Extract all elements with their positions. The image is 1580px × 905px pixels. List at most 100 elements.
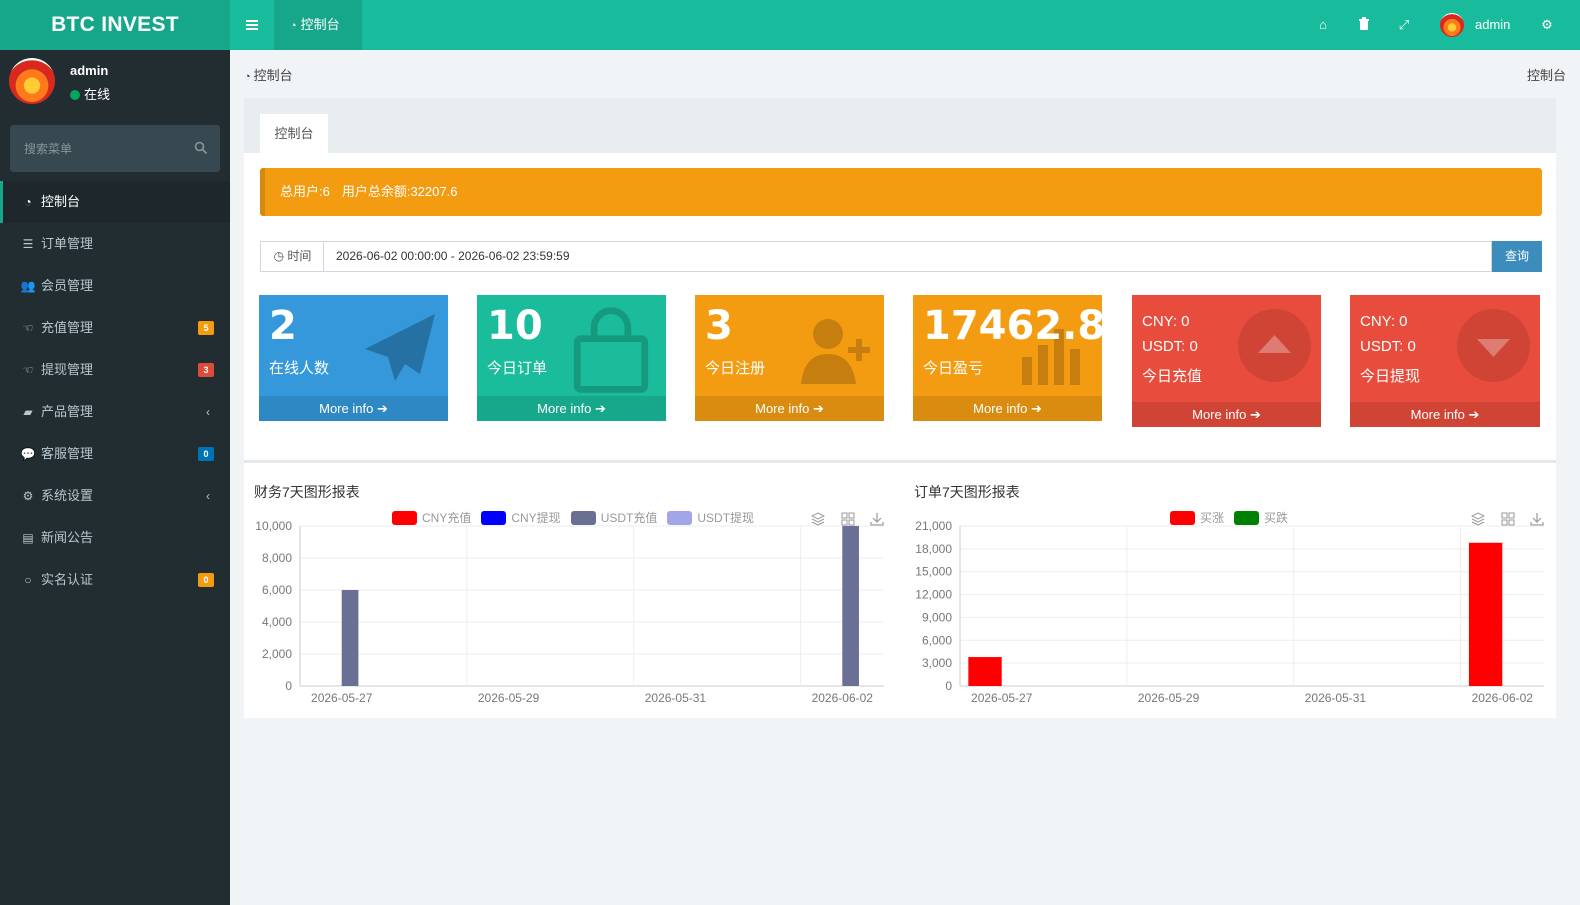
y-tick-label: 3,000 <box>922 656 952 670</box>
tab-dashboard-label: 控制台 <box>300 17 340 32</box>
count-badge: 3 <box>198 363 214 377</box>
arrow-down-circle <box>1457 309 1530 382</box>
panel-tab-dashboard[interactable]: 控制台 <box>260 114 328 153</box>
circle-icon: ○ <box>24 573 32 587</box>
header-avatar <box>1440 13 1464 37</box>
dashboard-icon: ◔ <box>290 20 297 32</box>
date-range-input[interactable]: 2026-06-02 00:00:00 - 2026-06-02 23:59:5… <box>323 241 1492 272</box>
chart-bar <box>968 657 1002 686</box>
stat-online-users: 2 在线人数 More info ➔ <box>259 295 448 421</box>
user-plus-icon <box>801 319 870 384</box>
stat-label: 在线人数 <box>269 360 330 377</box>
sidebar-item[interactable]: 💬 客服管理 0 <box>0 433 230 475</box>
dashboard-icon: ◔ <box>244 71 251 83</box>
breadcrumb-right[interactable]: 控制台 <box>1527 65 1566 84</box>
search-icon[interactable] <box>194 141 208 155</box>
sidebar-item[interactable]: ◔ 控制台 <box>0 181 230 223</box>
comments-icon: 💬 <box>20 447 36 461</box>
y-tick-label: 6,000 <box>262 583 292 597</box>
x-tick-label: 2026-05-31 <box>1305 691 1367 705</box>
fullscreen-icon[interactable]: ⤢ <box>1396 17 1412 33</box>
order-chart: 0 3,000 6,000 9,000 12,000 15,000 18,000 21,000… <box>915 519 1544 705</box>
y-tick-label: 0 <box>285 679 292 693</box>
sidebar-item[interactable]: ▤ 新闻公告 <box>0 517 230 559</box>
y-tick-label: 4,000 <box>262 615 292 629</box>
finance-chart-title: 财务7天图形报表 <box>254 484 360 500</box>
sidebar-item-label: 新闻公告 <box>41 530 94 545</box>
user-status: 在线 <box>70 84 110 103</box>
withdraw-usdt: USDT: 0 <box>1360 338 1416 355</box>
stat-value: 17462.8 <box>923 303 1102 349</box>
home-icon[interactable]: ⌂ <box>1315 17 1331 33</box>
x-tick-label: 2026-05-31 <box>645 691 707 705</box>
arrow-circle-right-icon: ➔ <box>376 401 388 416</box>
sidebar-menu: ◔ 控制台 ☰ 订单管理 👥 会员管理 ☜ 充值管理 5 ☜ 提现管理 3 ▰ 产品管理 ‹ 💬 客服管理 0 ⚙ 系… <box>0 181 230 601</box>
stat-value: 10 <box>487 303 543 349</box>
settings-icon[interactable]: ⚙ <box>1539 17 1555 33</box>
count-badge: 5 <box>198 321 214 335</box>
sidebar-toggle-button[interactable] <box>230 0 274 50</box>
users-icon: 👥 <box>20 279 36 293</box>
sidebar-item[interactable]: ▰ 产品管理 ‹ <box>0 391 230 433</box>
sidebar-item-label: 控制台 <box>41 194 81 209</box>
cogs-icon: ⚙ <box>22 489 34 503</box>
count-badge: 0 <box>198 447 214 461</box>
avatar <box>9 58 55 104</box>
date-label: ◷ 时间 <box>260 241 324 272</box>
divider <box>244 460 1556 463</box>
chart-bar <box>842 526 859 686</box>
more-info-link[interactable]: More info ➔ <box>913 396 1102 421</box>
y-tick-label: 0 <box>945 679 952 693</box>
main-content: ◔ 控制台 控制台 控制台 总用户:6 用户总余额:32207.6 ◷ 时间 202… <box>230 50 1580 905</box>
more-info-label: More info <box>319 401 374 416</box>
order-chart-title: 订单7天图形报表 <box>914 484 1020 500</box>
briefcase-icon: ▰ <box>23 405 33 419</box>
user-panel: admin 在线 <box>0 50 230 114</box>
breadcrumb: ◔ 控制台 <box>244 65 293 84</box>
search-input[interactable] <box>10 125 180 172</box>
chart-bar <box>1468 542 1503 686</box>
x-tick-label: 2026-05-27 <box>971 691 1033 705</box>
query-button[interactable]: 查询 <box>1492 241 1542 272</box>
withdraw-cny: CNY: 0 <box>1360 313 1408 330</box>
sidebar-item[interactable]: 👥 会员管理 <box>0 265 230 307</box>
sidebar-item-label: 充值管理 <box>41 320 94 335</box>
more-info-link[interactable]: More info ➔ <box>1350 402 1540 427</box>
y-tick-label: 12,000 <box>915 588 952 602</box>
y-tick-label: 9,000 <box>922 610 952 624</box>
shopping-bag-icon <box>573 307 649 393</box>
chart-bar <box>341 590 359 686</box>
stat-value: 2 <box>269 303 297 349</box>
more-info-link[interactable]: More info ➔ <box>695 396 884 421</box>
user-status-text: 在线 <box>84 87 111 102</box>
sidebar-search <box>10 125 220 172</box>
finance-chart: 0 2,000 4,000 6,000 8,000 10,000 2026-05-27 202… <box>255 519 884 705</box>
x-tick-label: 2026-05-27 <box>311 691 373 705</box>
clock-icon: ◷ <box>273 249 285 263</box>
x-tick-label: 2026-06-02 <box>812 691 874 705</box>
arrow-circle-right-icon: ➔ <box>1030 401 1042 416</box>
sidebar-item[interactable]: ○ 实名认证 0 <box>0 559 230 601</box>
x-tick-label: 2026-05-29 <box>478 691 540 705</box>
more-info-link[interactable]: More info ➔ <box>1132 402 1321 427</box>
sidebar-item[interactable]: ☜ 充值管理 5 <box>0 307 230 349</box>
trash-icon[interactable] <box>1356 17 1372 33</box>
stat-label: 今日注册 <box>705 360 766 377</box>
sidebar-item[interactable]: ☰ 订单管理 <box>0 223 230 265</box>
paper-plane-icon <box>365 314 435 381</box>
sidebar-item-label: 提现管理 <box>41 362 94 377</box>
tab-dashboard[interactable]: ◔ 控制台 <box>274 0 362 50</box>
more-info-label: More info <box>1192 407 1247 422</box>
sidebar-item[interactable]: ☜ 提现管理 3 <box>0 349 230 391</box>
stat-value: 3 <box>705 303 733 349</box>
sidebar-item-label: 客服管理 <box>41 446 94 461</box>
y-tick-label: 6,000 <box>922 633 952 647</box>
sidebar-item[interactable]: ⚙ 系统设置 ‹ <box>0 475 230 517</box>
panel-header: 控制台 <box>244 98 1556 153</box>
more-info-link[interactable]: More info ➔ <box>477 396 666 421</box>
app-logo[interactable]: BTC INVEST <box>0 0 230 50</box>
more-info-link[interactable]: More info ➔ <box>259 396 448 421</box>
total-balance: 用户总余额:32207.6 <box>341 184 458 199</box>
recharge-cny: CNY: 0 <box>1142 313 1190 330</box>
arrow-down-icon <box>1477 339 1510 357</box>
